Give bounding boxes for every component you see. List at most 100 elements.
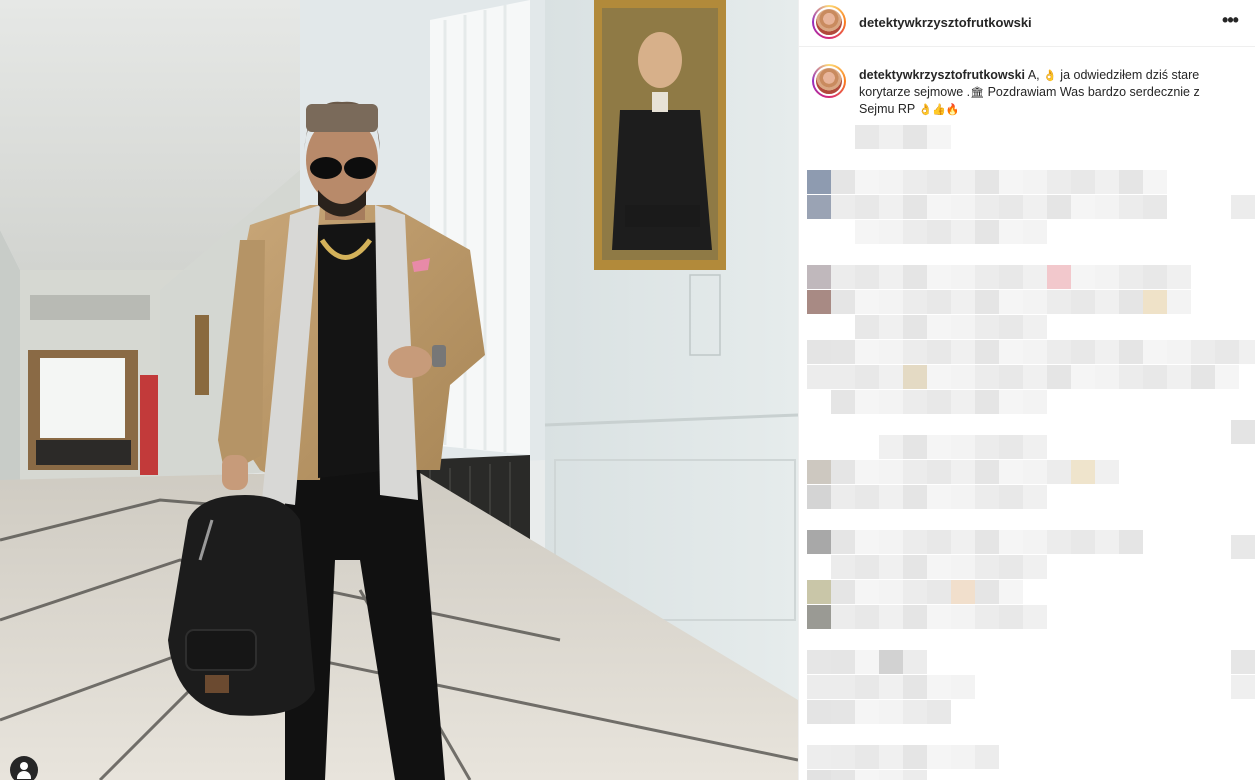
author-username[interactable]: detektywkrzysztofrutkowski <box>859 15 1032 30</box>
pixel-block <box>951 315 975 339</box>
pixel-block <box>975 555 999 579</box>
pixel-block <box>879 290 903 314</box>
user-tag-button[interactable] <box>10 756 38 780</box>
caption-username[interactable]: detektywkrzysztofrutkowski <box>859 68 1025 82</box>
pixel-block <box>855 675 879 699</box>
pixel-block <box>1047 460 1071 484</box>
pixel-block <box>903 315 927 339</box>
pixel-block <box>879 435 903 459</box>
pixel-block <box>903 700 927 724</box>
pixel-block <box>1023 265 1047 289</box>
pixel-block <box>807 770 831 780</box>
pixel-block <box>831 700 855 724</box>
pixel-block <box>879 580 903 604</box>
pixel-block <box>951 555 975 579</box>
more-horizontal-icon[interactable]: ••• <box>1219 11 1241 33</box>
pixel-block <box>903 365 927 389</box>
pixel-block <box>879 265 903 289</box>
pixel-block <box>1047 265 1071 289</box>
pixel-block <box>831 170 855 194</box>
pixel-block <box>951 195 975 219</box>
pixel-block <box>1023 365 1047 389</box>
pixel-block <box>855 195 879 219</box>
pixel-block <box>999 605 1023 629</box>
pixel-block <box>855 745 879 769</box>
pixel-block <box>1167 340 1191 364</box>
pixel-block <box>951 340 975 364</box>
pixel-block <box>951 530 975 554</box>
pixel-block <box>807 700 831 724</box>
pixel-block <box>879 390 903 414</box>
pixel-block <box>999 265 1023 289</box>
pixel-block <box>999 365 1023 389</box>
pixel-block <box>807 485 831 509</box>
pixel-block <box>1023 195 1047 219</box>
pixel-block <box>807 170 831 194</box>
pixel-block <box>1095 265 1119 289</box>
pixel-block <box>975 530 999 554</box>
pixel-block <box>831 650 855 674</box>
caption-emoji-1: 👌 <box>1043 69 1057 82</box>
pixel-block <box>1047 530 1071 554</box>
pixel-block <box>927 265 951 289</box>
pixel-block <box>807 650 831 674</box>
pixel-block <box>855 650 879 674</box>
pixel-block <box>951 435 975 459</box>
pixel-block <box>927 195 951 219</box>
caption-avatar[interactable] <box>812 64 846 98</box>
pixel-block <box>1191 365 1215 389</box>
pixel-block <box>1047 365 1071 389</box>
pixel-block <box>999 485 1023 509</box>
pixel-block <box>879 605 903 629</box>
caption-text-1: A, <box>1027 68 1044 82</box>
pixel-block <box>1095 365 1119 389</box>
pixel-block <box>1231 195 1255 219</box>
pixel-block <box>1023 170 1047 194</box>
pixel-block <box>807 530 831 554</box>
pixel-block <box>927 485 951 509</box>
author-avatar[interactable] <box>812 5 846 39</box>
pixel-block <box>1071 530 1095 554</box>
pixel-block <box>807 195 831 219</box>
pixel-block <box>1047 195 1071 219</box>
pixel-block <box>831 580 855 604</box>
pixel-block <box>855 605 879 629</box>
pixel-block <box>831 365 855 389</box>
pixel-block <box>903 460 927 484</box>
pixel-block <box>807 460 831 484</box>
pixel-block <box>903 435 927 459</box>
pixel-block <box>951 580 975 604</box>
pixel-block <box>879 125 903 149</box>
pixel-block <box>975 195 999 219</box>
pixel-block <box>1095 460 1119 484</box>
pixel-block <box>903 290 927 314</box>
pixel-block <box>831 605 855 629</box>
pixel-block <box>999 555 1023 579</box>
pixel-block <box>1231 535 1255 559</box>
pixel-block <box>927 580 951 604</box>
pixel-block <box>1095 290 1119 314</box>
pixel-block <box>879 485 903 509</box>
pixel-block <box>879 170 903 194</box>
pixel-block <box>807 365 831 389</box>
pixel-block <box>831 530 855 554</box>
pixel-block <box>1231 420 1255 444</box>
pixel-block <box>807 745 831 769</box>
pixel-block <box>879 195 903 219</box>
pixel-block <box>1095 170 1119 194</box>
post-photo[interactable] <box>0 0 798 780</box>
pixel-block <box>855 170 879 194</box>
pixel-block <box>1071 340 1095 364</box>
pixel-block <box>831 460 855 484</box>
pixel-block <box>831 265 855 289</box>
pixel-block <box>903 770 927 780</box>
pixel-block <box>1143 365 1167 389</box>
pixel-block <box>855 700 879 724</box>
pixel-block <box>903 195 927 219</box>
pixel-block <box>807 265 831 289</box>
pixel-block <box>807 340 831 364</box>
pixel-block <box>975 435 999 459</box>
pixel-block <box>855 290 879 314</box>
pixel-block <box>975 265 999 289</box>
pixel-block <box>855 220 879 244</box>
